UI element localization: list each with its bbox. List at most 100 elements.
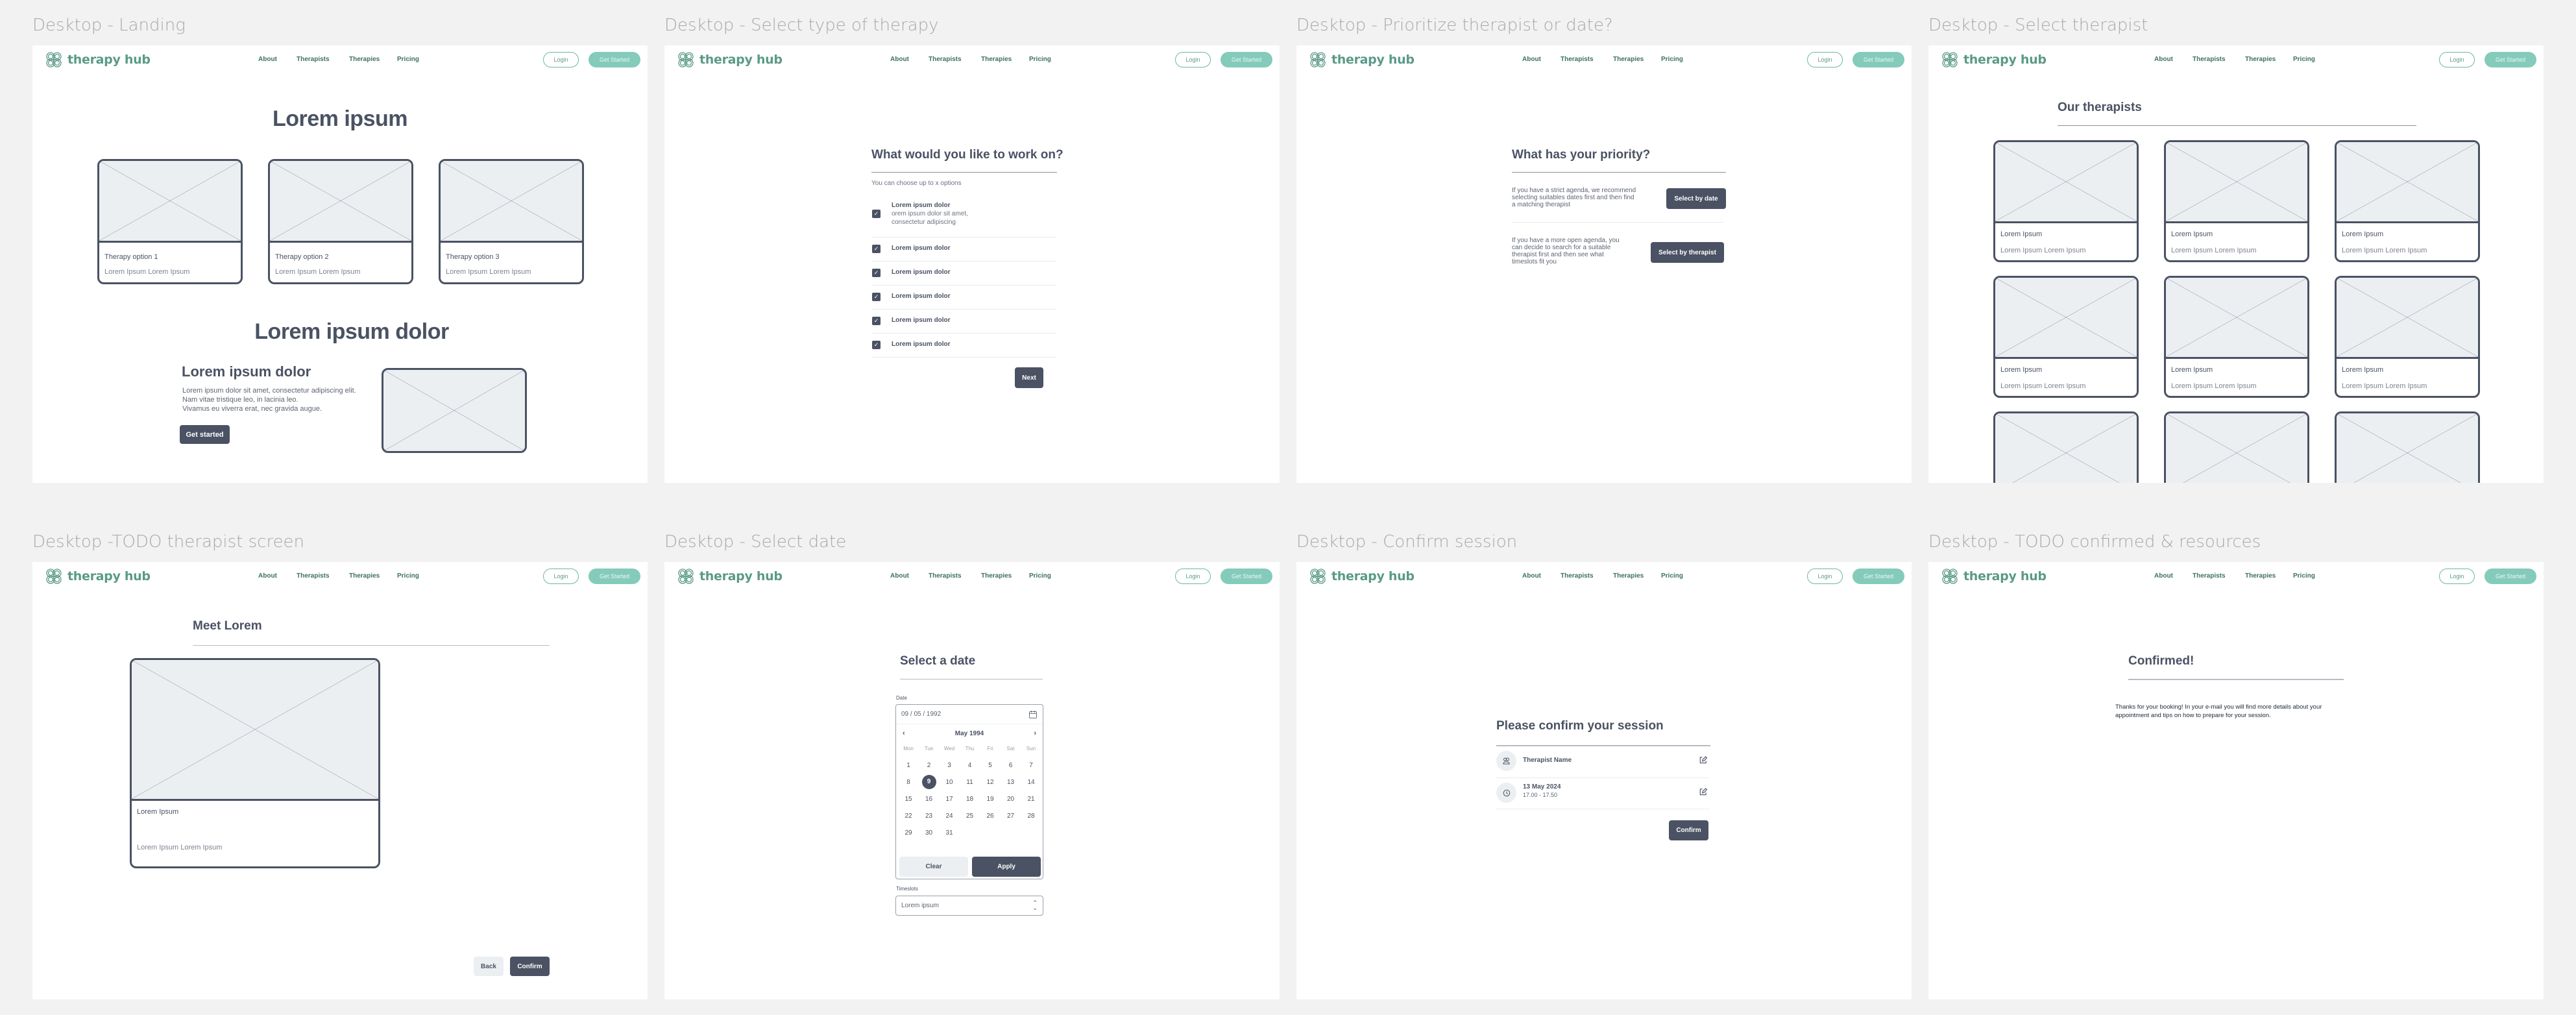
therapy-card[interactable]: Therapy option 2 Lorem Ipsum Lorem Ipsum bbox=[268, 159, 413, 284]
option-item[interactable]: Lorem ipsum dolor bbox=[892, 269, 951, 276]
calendar-day[interactable]: 31 bbox=[940, 829, 959, 837]
login-button[interactable]: Login bbox=[1807, 52, 1843, 67]
nav-link-about[interactable]: About bbox=[890, 56, 929, 63]
calendar-day[interactable]: 10 bbox=[940, 779, 959, 786]
timeslots-select[interactable]: Lorem ipsum ⌃ ⌄ bbox=[895, 896, 1043, 916]
calendar-day[interactable]: 17 bbox=[940, 796, 959, 803]
therapist-card[interactable]: Lorem Ipsum Lorem Ipsum Lorem Ipsum bbox=[2164, 276, 2309, 398]
nav-link-therapists[interactable]: Therapists bbox=[1561, 572, 1613, 580]
clear-button[interactable]: Clear bbox=[899, 857, 968, 877]
therapy-card[interactable]: Therapy option 3 Lorem Ipsum Lorem Ipsum bbox=[439, 159, 584, 284]
option-item[interactable]: Lorem ipsum dolor orem ipsum dolor sit a… bbox=[892, 201, 968, 226]
nav-link-pricing[interactable]: Pricing bbox=[2293, 56, 2326, 63]
edit-therapist-icon[interactable] bbox=[1699, 756, 1707, 764]
therapist-card[interactable] bbox=[2164, 411, 2309, 483]
checkbox[interactable]: ✓ bbox=[872, 210, 881, 218]
nav-link-therapies[interactable]: Therapies bbox=[981, 56, 1029, 63]
nav-link-therapists[interactable]: Therapists bbox=[929, 572, 981, 580]
nav-link-therapies[interactable]: Therapies bbox=[349, 572, 397, 580]
calendar-day[interactable]: 19 bbox=[980, 796, 1000, 803]
therapist-card[interactable] bbox=[2335, 411, 2480, 483]
nav-link-about[interactable]: About bbox=[1522, 572, 1561, 580]
login-button[interactable]: Login bbox=[1807, 569, 1843, 584]
calendar-day[interactable]: 1 bbox=[899, 762, 918, 769]
login-button[interactable]: Login bbox=[1175, 569, 1211, 584]
logo[interactable]: therapy hub bbox=[1309, 51, 1415, 68]
logo[interactable]: therapy hub bbox=[677, 568, 783, 585]
nav-link-therapists[interactable]: Therapists bbox=[2193, 572, 2245, 580]
confirm-button[interactable]: Confirm bbox=[510, 957, 550, 976]
checkbox[interactable]: ✓ bbox=[872, 341, 881, 349]
calendar-day-selected[interactable]: 9 bbox=[921, 775, 936, 789]
nav-link-therapists[interactable]: Therapists bbox=[2193, 56, 2245, 63]
calendar-day[interactable]: 26 bbox=[980, 813, 1000, 820]
calendar-day[interactable]: 18 bbox=[960, 796, 980, 803]
get-started-button[interactable]: Get Started bbox=[589, 569, 640, 584]
select-by-therapist-button[interactable]: Select by therapist bbox=[1651, 242, 1724, 263]
logo[interactable]: therapy hub bbox=[45, 568, 151, 585]
get-started-button[interactable]: Get Started bbox=[2485, 569, 2536, 584]
nav-link-pricing[interactable]: Pricing bbox=[397, 572, 430, 580]
logo[interactable]: therapy hub bbox=[1941, 568, 2047, 585]
nav-link-pricing[interactable]: Pricing bbox=[1029, 572, 1062, 580]
logo[interactable]: therapy hub bbox=[1309, 568, 1415, 585]
calendar-day[interactable]: 22 bbox=[899, 813, 918, 820]
therapist-card[interactable] bbox=[1993, 411, 2139, 483]
calendar-day[interactable]: 5 bbox=[980, 762, 1000, 769]
calendar-day[interactable]: 14 bbox=[1021, 779, 1041, 786]
calendar-day[interactable]: 23 bbox=[919, 813, 939, 820]
option-item[interactable]: Lorem ipsum dolor bbox=[892, 245, 951, 252]
therapy-card[interactable]: Therapy option 1 Lorem Ipsum Lorem Ipsum bbox=[97, 159, 243, 284]
calendar-day[interactable]: 21 bbox=[1021, 796, 1041, 803]
get-started-button[interactable]: Get Started bbox=[1853, 569, 1904, 584]
calendar-day[interactable]: 27 bbox=[1001, 813, 1021, 820]
date-input[interactable]: 09 / 05 / 1992 bbox=[896, 705, 1043, 724]
calendar-day[interactable]: 29 bbox=[899, 829, 918, 837]
calendar-day[interactable]: 3 bbox=[940, 762, 959, 769]
get-started-button[interactable]: Get Started bbox=[1853, 52, 1904, 67]
nav-link-therapies[interactable]: Therapies bbox=[981, 572, 1029, 580]
calendar-day[interactable]: 16 bbox=[919, 796, 939, 803]
nav-link-pricing[interactable]: Pricing bbox=[397, 56, 430, 63]
calendar-day[interactable]: 8 bbox=[899, 779, 918, 786]
confirm-button[interactable]: Confirm bbox=[1669, 820, 1708, 840]
calendar-day[interactable]: 15 bbox=[899, 796, 918, 803]
nav-link-about[interactable]: About bbox=[2154, 56, 2193, 63]
logo[interactable]: therapy hub bbox=[677, 51, 783, 68]
option-item[interactable]: Lorem ipsum dolor bbox=[892, 317, 951, 324]
nav-link-pricing[interactable]: Pricing bbox=[1661, 56, 1694, 63]
login-button[interactable]: Login bbox=[2439, 52, 2475, 67]
therapist-card[interactable]: Lorem Ipsum Lorem Ipsum Lorem Ipsum bbox=[2164, 140, 2309, 262]
therapist-card[interactable]: Lorem Ipsum Lorem Ipsum Lorem Ipsum bbox=[2335, 276, 2480, 398]
nav-link-pricing[interactable]: Pricing bbox=[1661, 572, 1694, 580]
login-button[interactable]: Login bbox=[2439, 569, 2475, 584]
nav-link-therapies[interactable]: Therapies bbox=[1613, 56, 1661, 63]
nav-link-about[interactable]: About bbox=[258, 572, 297, 580]
therapist-card[interactable]: Lorem Ipsum Lorem Ipsum Lorem Ipsum bbox=[2335, 140, 2480, 262]
calendar-day[interactable]: 28 bbox=[1021, 813, 1041, 820]
nav-link-about[interactable]: About bbox=[258, 56, 297, 63]
nav-link-therapies[interactable]: Therapies bbox=[349, 56, 397, 63]
calendar-day[interactable]: 30 bbox=[919, 829, 939, 837]
get-started-button[interactable]: Get Started bbox=[1221, 569, 1272, 584]
nav-link-therapists[interactable]: Therapists bbox=[1561, 56, 1613, 63]
get-started-button[interactable]: Get Started bbox=[589, 52, 640, 67]
login-button[interactable]: Login bbox=[1175, 52, 1211, 67]
calendar-icon[interactable] bbox=[1028, 710, 1038, 719]
select-by-date-button[interactable]: Select by date bbox=[1666, 188, 1726, 209]
calendar-day[interactable]: 20 bbox=[1001, 796, 1021, 803]
logo[interactable]: therapy hub bbox=[1941, 51, 2047, 68]
nav-link-therapies[interactable]: Therapies bbox=[1613, 572, 1661, 580]
logo[interactable]: therapy hub bbox=[45, 51, 151, 68]
calendar-day[interactable]: 24 bbox=[940, 813, 959, 820]
calendar-day[interactable]: 4 bbox=[960, 762, 980, 769]
get-started-button[interactable]: Get Started bbox=[2485, 52, 2536, 67]
nav-link-therapies[interactable]: Therapies bbox=[2245, 572, 2293, 580]
checkbox[interactable]: ✓ bbox=[872, 269, 881, 277]
nav-link-therapies[interactable]: Therapies bbox=[2245, 56, 2293, 63]
get-started-button[interactable]: Get Started bbox=[1221, 52, 1272, 67]
calendar-day[interactable]: 7 bbox=[1021, 762, 1041, 769]
get-started-cta[interactable]: Get started bbox=[180, 425, 230, 444]
calendar-day[interactable]: 12 bbox=[980, 779, 1000, 786]
nav-link-therapists[interactable]: Therapists bbox=[297, 56, 349, 63]
